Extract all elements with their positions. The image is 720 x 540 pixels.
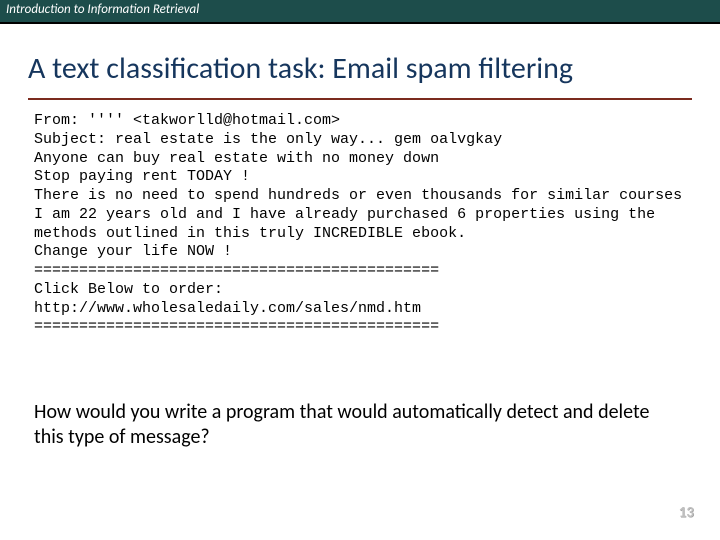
email-line: Stop paying rent TODAY !	[34, 168, 250, 185]
page-number: 13	[679, 504, 694, 522]
email-link-text: http://www.wholesaledaily.com/sales/nmd.…	[34, 300, 421, 317]
header-bar: Introduction to Information Retrieval	[0, 0, 720, 24]
email-line: Anyone can buy real estate with no money…	[34, 150, 439, 167]
email-line: There is no need to spend hundreds or ev…	[34, 187, 682, 204]
email-line: I am 22 years old and I have already pur…	[34, 206, 655, 223]
email-from: From: '''' <takworlld@hotmail.com>	[34, 112, 340, 129]
course-title: Introduction to Information Retrieval	[0, 0, 720, 17]
question-text: How would you write a program that would…	[34, 400, 670, 450]
email-separator: ========================================…	[34, 318, 439, 335]
email-line: Change your life NOW !	[34, 243, 232, 260]
email-separator: ========================================…	[34, 262, 439, 279]
title-underline	[28, 98, 692, 100]
slide-title: A text classification task: Email spam f…	[28, 52, 700, 85]
email-line: methods outlined in this truly INCREDIBL…	[34, 225, 466, 242]
slide: Introduction to Information Retrieval A …	[0, 0, 720, 540]
email-line: Click Below to order:	[34, 281, 223, 298]
email-sample: From: '''' <takworlld@hotmail.com> Subje…	[34, 112, 690, 337]
email-subject: Subject: real estate is the only way... …	[34, 131, 502, 148]
